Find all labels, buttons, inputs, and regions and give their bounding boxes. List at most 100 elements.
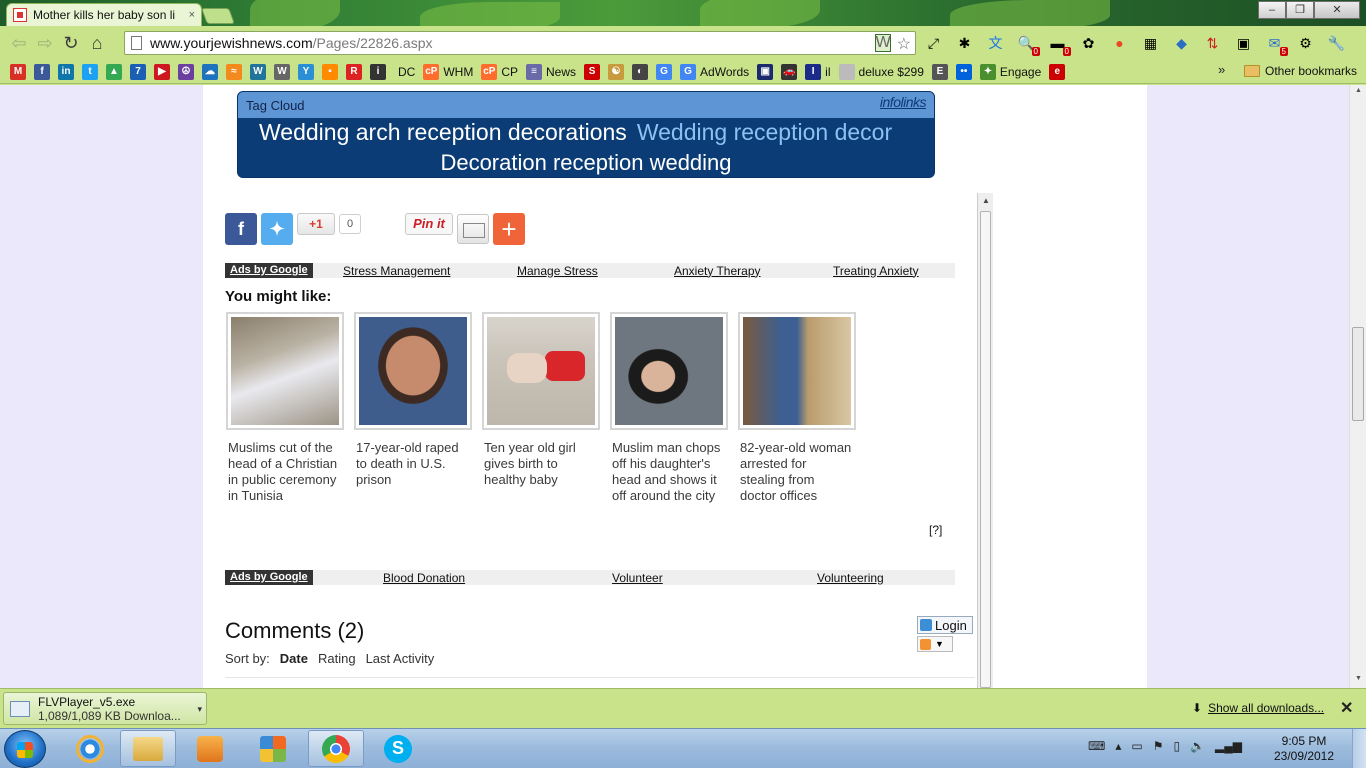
infolinks-logo[interactable]: infolinks	[880, 94, 927, 110]
article-caption[interactable]: Muslim man chops off his daughter's head…	[610, 440, 726, 504]
minimize-button[interactable]: ‒	[1258, 1, 1286, 19]
stumbleupon-icon[interactable]: ●	[1108, 32, 1131, 54]
bookmark-il[interactable]: Iil	[801, 62, 834, 82]
article-caption[interactable]: Muslims cut of the head of a Christian i…	[226, 440, 342, 504]
scroll-up-arrow-icon[interactable]: ▲	[1350, 87, 1366, 94]
scroll-down-arrow-icon[interactable]: ▼	[1350, 675, 1366, 682]
ad-link[interactable]: Blood Donation	[383, 571, 465, 585]
iframe-scrollbar[interactable]: ▲	[977, 193, 993, 688]
flag-icon[interactable]: ⚑	[1153, 739, 1164, 753]
volume-icon[interactable]: 🔈	[1190, 739, 1205, 753]
article-thumbnail[interactable]	[738, 312, 856, 430]
pinterest-button[interactable]: Pin it	[405, 213, 453, 235]
related-article-card[interactable]: Ten year old girl gives birth to healthy…	[482, 312, 600, 488]
article-thumbnail[interactable]	[610, 312, 728, 430]
bookmark-wordpress[interactable]: W	[246, 62, 270, 82]
taskbar-internet-explorer[interactable]	[62, 730, 118, 767]
browser-tab[interactable]: Mother kills her baby son li ×	[6, 3, 202, 26]
related-article-card[interactable]: Muslims cut of the head of a Christian i…	[226, 312, 344, 504]
close-download-shelf-icon[interactable]: ✕	[1340, 698, 1353, 718]
ads-by-google-label[interactable]: Ads by Google	[225, 263, 313, 278]
battery-icon[interactable]: ▯	[1173, 739, 1180, 753]
bookmark-adwords[interactable]: G AdWords	[676, 62, 753, 82]
bookmark-compass[interactable]: ◐	[628, 62, 652, 82]
show-all-downloads-link[interactable]: Show all downloads...	[1208, 701, 1324, 715]
page-scrollbar-thumb[interactable]	[1352, 327, 1364, 421]
login-button[interactable]: Login	[917, 616, 973, 634]
updown-arrows-icon[interactable]: ⇅	[1201, 32, 1224, 54]
grid-icon[interactable]: ▦	[1139, 32, 1162, 54]
bug-icon[interactable]: ✱	[953, 32, 976, 54]
article-thumbnail[interactable]	[354, 312, 472, 430]
network-signal-icon[interactable]: ▂▄▆	[1215, 739, 1242, 753]
usage-icon[interactable]: ▬ 0	[1046, 32, 1071, 56]
bookmark-wikipedia[interactable]: W	[270, 62, 294, 82]
article-thumbnail[interactable]	[226, 312, 344, 430]
infolinks-help-link[interactable]: [?]	[929, 523, 942, 537]
google-plus-one-button[interactable]: +1	[297, 213, 335, 235]
shield-icon[interactable]: W	[874, 34, 891, 52]
iframe-scrollbar-thumb[interactable]	[980, 211, 991, 688]
bookmark-whm[interactable]: cP WHM	[419, 62, 477, 82]
taskbar-skype[interactable]: S	[370, 730, 426, 767]
bookmarks-overflow-chevron-icon[interactable]: »	[1218, 62, 1225, 77]
bookmark-seven[interactable]: 7	[126, 62, 150, 82]
close-window-button[interactable]: ✕	[1314, 1, 1360, 19]
bookmark-drive[interactable]: ▲	[102, 62, 126, 82]
article-caption[interactable]: 82-year-old woman arrested for stealing …	[738, 440, 854, 504]
taskbar-chrome[interactable]	[308, 730, 364, 767]
sort-option-rating[interactable]: Rating	[318, 651, 356, 666]
maximize-button[interactable]: ❐	[1286, 1, 1314, 19]
monitor-icon[interactable]: ▭	[1131, 739, 1142, 753]
bookmark-flickr[interactable]: ••	[952, 62, 976, 82]
sort-option-date[interactable]: Date	[280, 651, 308, 666]
bookmark-facebook[interactable]: f	[30, 62, 54, 82]
bookmark-news[interactable]: ≡ News	[522, 62, 580, 82]
download-menu-icon[interactable]: ▾	[197, 704, 202, 715]
download-item[interactable]: FLVPlayer_v5.exe 1,089/1,089 KB Downloa.…	[3, 692, 207, 725]
scroll-up-arrow-icon[interactable]: ▲	[978, 193, 994, 209]
reload-button[interactable]: ↻	[58, 30, 84, 56]
bookmark-twitter[interactable]: t	[78, 62, 102, 82]
facebook-share-button[interactable]: f	[225, 213, 257, 245]
ad-link[interactable]: Treating Anxiety	[833, 264, 919, 278]
bookmark-r[interactable]: R	[342, 62, 366, 82]
bookmark-peace[interactable]: ☮	[174, 62, 198, 82]
article-caption[interactable]: 17-year-old raped to death in U.S. priso…	[354, 440, 470, 488]
ad-link[interactable]: Anxiety Therapy	[674, 264, 761, 278]
tray-expand-icon[interactable]: ▴	[1115, 739, 1121, 753]
bookmark-feed[interactable]: ≈	[222, 62, 246, 82]
tag-icon[interactable]: ◆	[1170, 32, 1193, 54]
email-share-button[interactable]	[457, 214, 489, 244]
show-all-downloads[interactable]: ⬇ Show all downloads...	[1192, 701, 1324, 715]
bookmark-google[interactable]: G	[652, 62, 676, 82]
bookmark-cp[interactable]: cP CP	[477, 62, 522, 82]
addthis-button[interactable]: +	[493, 213, 525, 245]
bookmark-info[interactable]: i	[366, 62, 390, 82]
bookmark-doc[interactable]: E	[928, 62, 952, 82]
bookmark-yinyang[interactable]: ☯	[604, 62, 628, 82]
related-article-card[interactable]: 82-year-old woman arrested for stealing …	[738, 312, 856, 504]
ad-link[interactable]: Manage Stress	[517, 264, 598, 278]
bookmark-gmail[interactable]: M	[6, 62, 30, 82]
expand-icon[interactable]: ⤢	[922, 32, 945, 54]
other-bookmarks[interactable]: Other bookmarks	[1244, 60, 1357, 82]
bookmark-chat[interactable]: ▪	[318, 62, 342, 82]
sort-option-last-activity[interactable]: Last Activity	[366, 651, 435, 666]
puzzle-icon[interactable]: ✿	[1077, 32, 1100, 54]
address-bar[interactable]: www.yourjewishnews.com/Pages/22826.aspx …	[124, 31, 916, 55]
system-clock[interactable]: 9:05 PM 23/09/2012	[1270, 734, 1338, 764]
rss-dropdown[interactable]: ▼	[917, 636, 953, 652]
related-article-card[interactable]: 17-year-old raped to death in U.S. priso…	[354, 312, 472, 488]
bookmark-linkedin[interactable]: in	[54, 62, 78, 82]
bookmark-dc[interactable]: DC	[390, 62, 419, 82]
taskbar-app[interactable]	[245, 730, 301, 767]
keyboard-icon[interactable]: ⌨	[1088, 739, 1105, 753]
bookmark-yahoo[interactable]: Y	[294, 62, 318, 82]
bookmark-car[interactable]: 🚗	[777, 62, 801, 82]
bookmark-star-icon[interactable]: ☆	[897, 34, 911, 54]
ad-link[interactable]: Volunteering	[817, 571, 884, 585]
mail-extension-icon[interactable]: ✉ 5	[1263, 32, 1288, 56]
bookmark-cloud[interactable]: ☁	[198, 62, 222, 82]
bookmark-engage[interactable]: ✦ Engage	[976, 62, 1045, 82]
